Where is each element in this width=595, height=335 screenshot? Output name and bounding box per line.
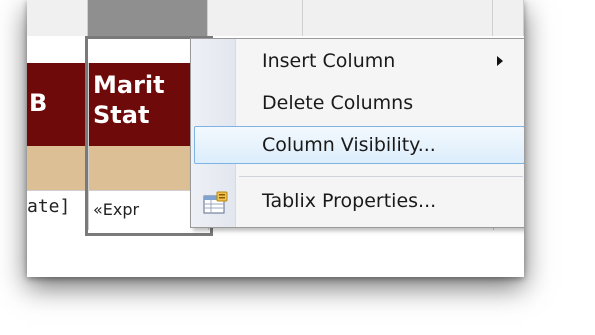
menu-item-insert-column[interactable]: Insert Column: [194, 42, 524, 80]
menu-item-label: Insert Column: [262, 50, 396, 72]
report-designer-screenshot: B MaritStat VI ate] «Expr ta Insert Colu…: [27, 0, 524, 277]
tablix-properties-icon: [203, 190, 229, 214]
menu-item-label: Delete Columns: [262, 92, 414, 114]
menu-item-label: Column Visibility...: [262, 134, 436, 156]
column-divider: [88, 63, 89, 230]
header-cell-dob[interactable]: B: [29, 88, 47, 118]
header-cell-marital-status[interactable]: Marit Stat: [93, 70, 165, 130]
column-handle-5[interactable]: [493, 0, 524, 36]
menu-item-label: Tablix Properties...: [262, 190, 437, 212]
submenu-arrow-icon: [497, 56, 503, 66]
column-handle-3[interactable]: [208, 0, 303, 36]
detail-cell-expression[interactable]: «Expr: [93, 200, 139, 219]
column-handle-strip: [27, 0, 524, 36]
menu-item-column-visibility[interactable]: Column Visibility...: [194, 126, 524, 164]
column-handle-4[interactable]: [303, 0, 493, 36]
menu-separator: [239, 176, 523, 177]
menu-item-tablix-properties[interactable]: Tablix Properties...: [194, 182, 524, 220]
column-handle-1[interactable]: [27, 0, 88, 36]
menu-item-delete-columns[interactable]: Delete Columns: [194, 84, 524, 122]
context-menu: Insert Column Delete Columns Column Visi…: [190, 38, 524, 228]
column-handle-selected[interactable]: [88, 0, 208, 36]
detail-cell-date[interactable]: ate]: [27, 196, 70, 217]
